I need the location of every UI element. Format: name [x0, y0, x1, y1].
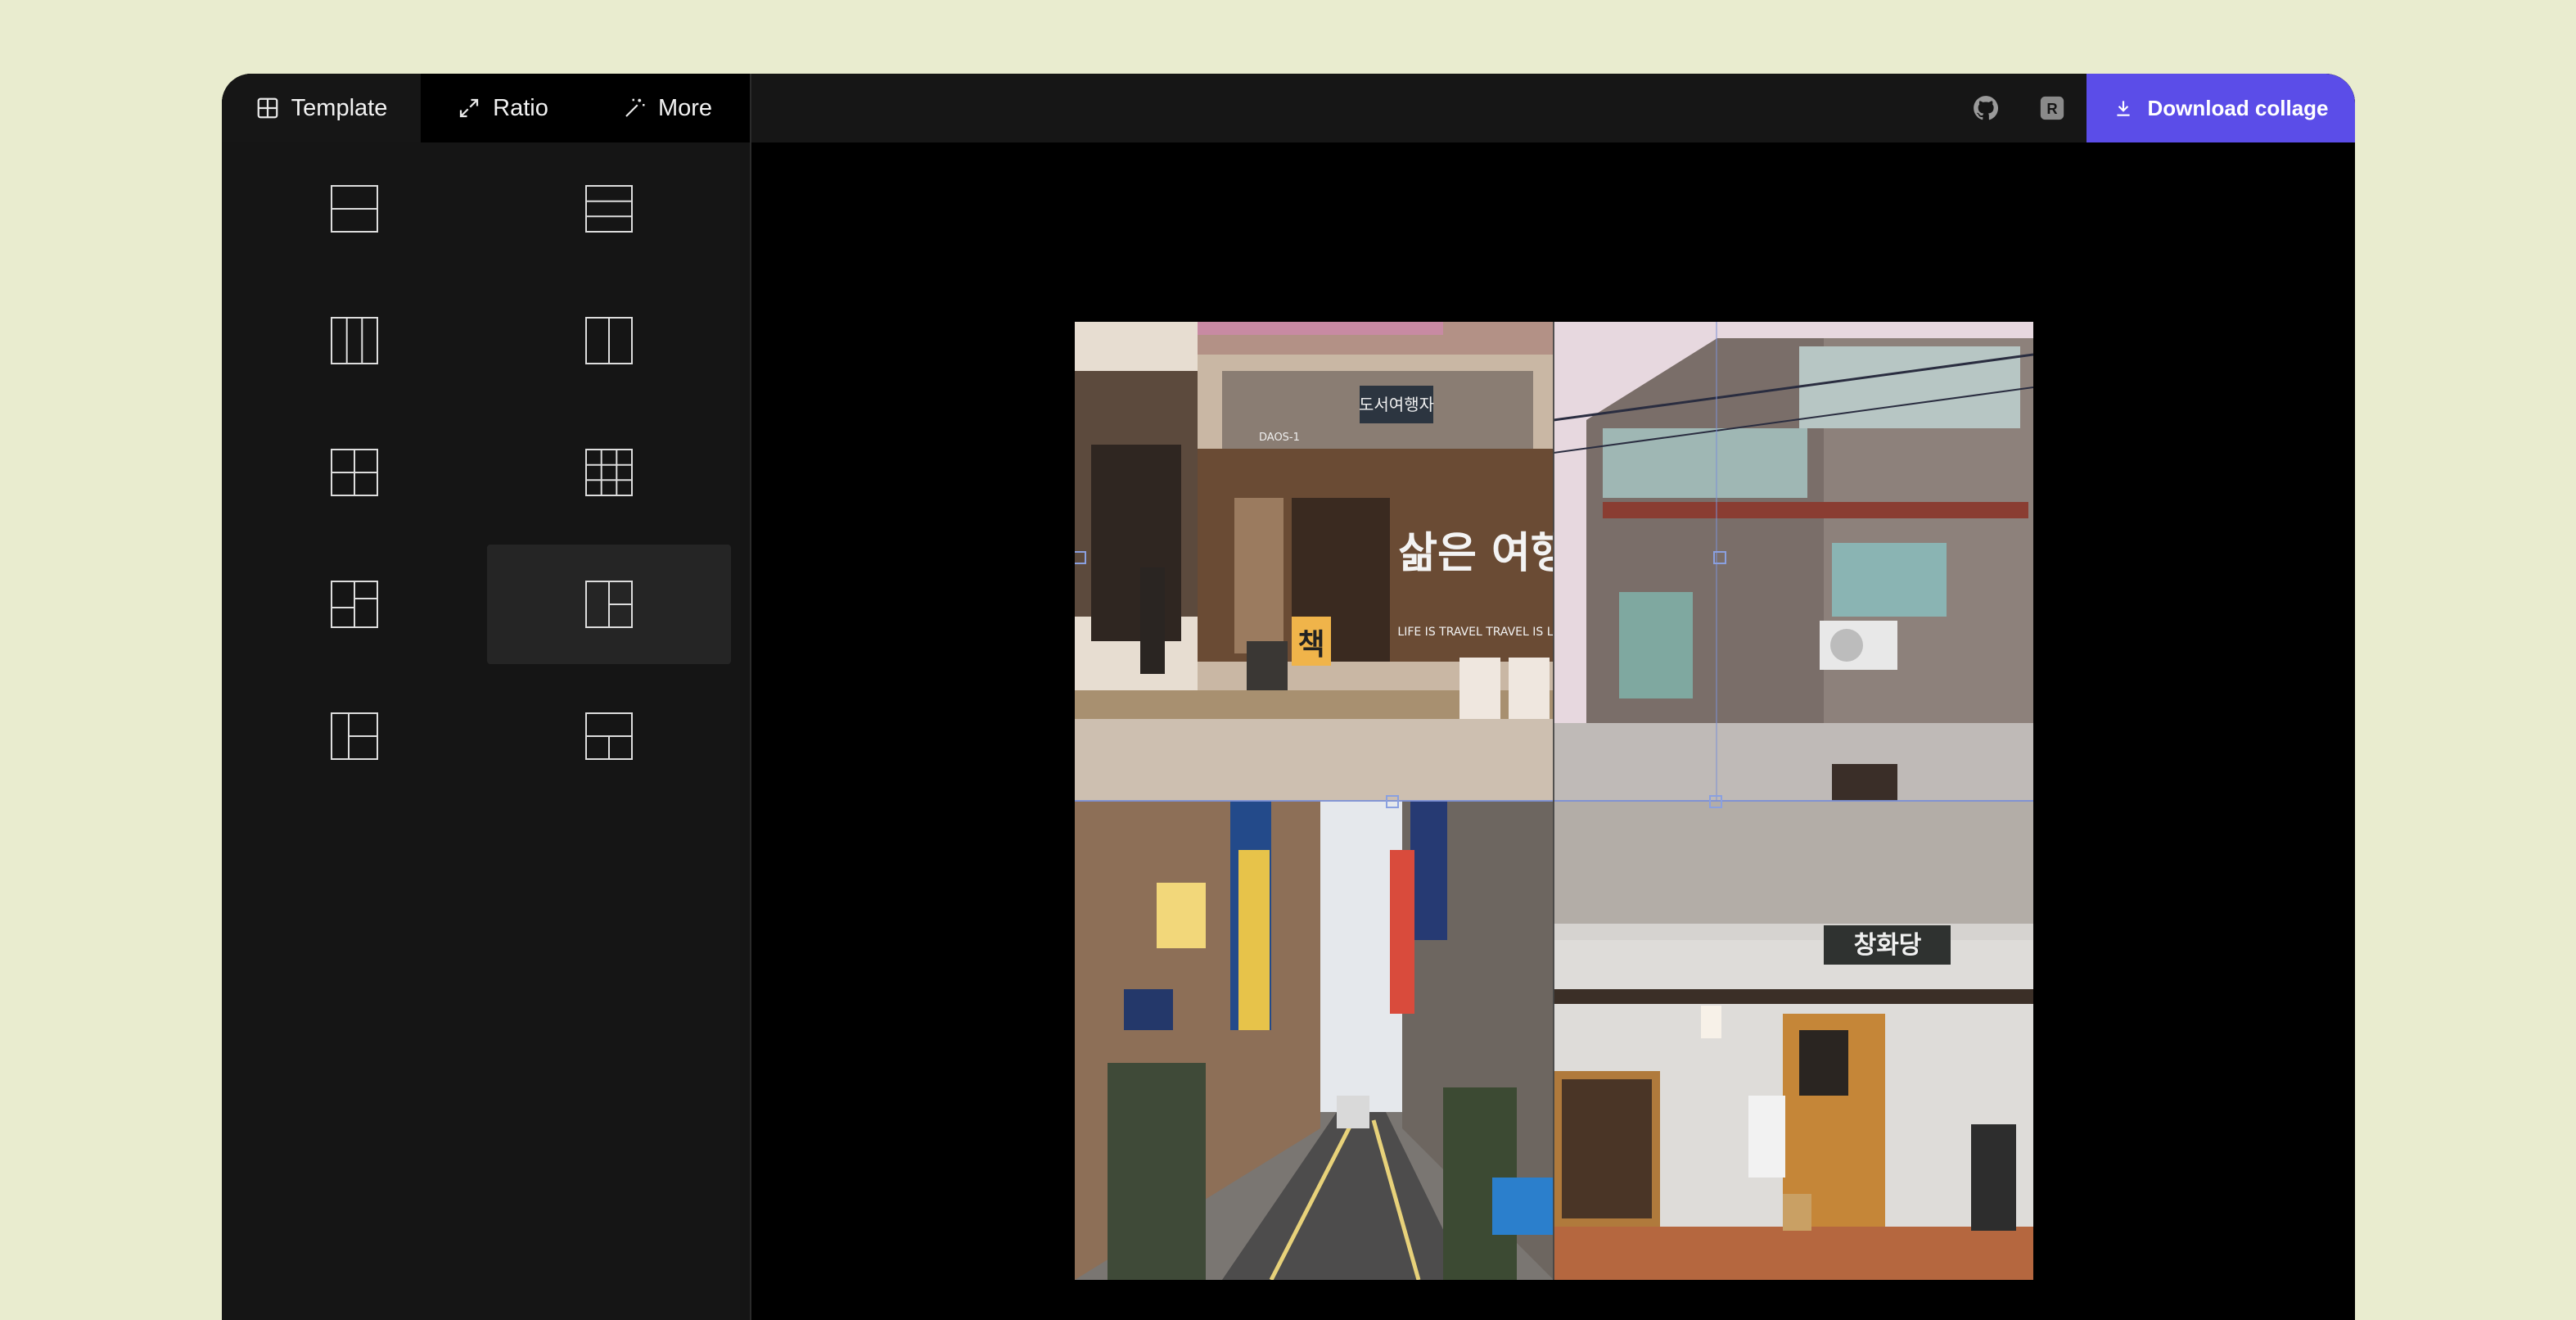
template-left-split-right-full[interactable] — [232, 545, 476, 664]
layout-three-columns-icon — [331, 317, 378, 364]
r-badge-button[interactable]: R — [2036, 92, 2068, 124]
collage-preview: 도서여행자 DAOS-1 책 삶은 여행 LIFE IS TRAVEL TRAV… — [1075, 322, 2033, 1280]
template-three-columns[interactable] — [232, 281, 476, 400]
tab-more[interactable]: More — [584, 74, 750, 142]
template-top-full-bottom-split[interactable] — [487, 676, 731, 796]
template-grid-3x3[interactable] — [487, 413, 731, 532]
layout-two-rows-icon — [331, 185, 378, 233]
github-button[interactable] — [1969, 92, 2002, 124]
resize-handle[interactable] — [1075, 551, 1086, 564]
template-left-full-right-split-tall[interactable] — [232, 676, 476, 796]
layout-three-rows-icon — [585, 185, 633, 233]
layout-grid-3x3-icon — [585, 449, 633, 496]
resize-handle[interactable] — [1713, 551, 1726, 564]
bookstore-window-text: 삶은 여행 — [1398, 529, 1554, 578]
tab-more-label: More — [657, 94, 713, 121]
template-sidebar — [222, 142, 750, 1320]
r-badge-letter: R — [2046, 100, 2057, 117]
layout-grid-2x2-icon — [331, 449, 378, 496]
collage-photo-brick-building[interactable] — [1554, 322, 2033, 801]
resize-handle[interactable] — [1386, 795, 1399, 808]
layout-right-split-tall-icon — [331, 712, 378, 760]
template-grid-2x2[interactable] — [232, 413, 476, 532]
bookstore-sign: 도서여행자 — [1359, 395, 1434, 414]
resize-handle[interactable] — [1709, 795, 1722, 808]
top-toolbar: Template Ratio More R Download collage — [222, 74, 2355, 142]
download-collage-label: Download collage — [2147, 95, 2329, 120]
tab-ratio-label: Ratio — [493, 94, 548, 121]
tab-template[interactable]: Template — [222, 74, 421, 142]
layout-top-full-bottom-split-icon — [585, 712, 633, 760]
download-collage-button[interactable]: Download collage — [2087, 74, 2355, 142]
collage-vertical-divider[interactable] — [1553, 322, 1554, 1280]
layout-two-columns-icon — [585, 317, 633, 364]
collage-photo-alley[interactable] — [1075, 801, 1554, 1280]
template-two-columns[interactable] — [487, 281, 731, 400]
collage-photo-storefront[interactable]: 창화당 — [1554, 801, 2033, 1280]
bookstore-letter: 책 — [1297, 628, 1324, 662]
github-icon — [1974, 96, 1999, 120]
layout-right-split-icon — [585, 581, 633, 628]
magic-wand-icon — [625, 98, 645, 117]
bookstore-window-en: LIFE IS TRAVEL TRAVEL IS LIFE — [1397, 626, 1554, 639]
collage-photo-bookstore[interactable]: 도서여행자 DAOS-1 책 삶은 여행 LIFE IS TRAVEL TRAV… — [1075, 322, 1554, 801]
download-icon — [2117, 101, 2131, 116]
grid-icon — [257, 97, 278, 119]
storefront-sign: 창화당 — [1854, 931, 1922, 960]
tab-ratio[interactable]: Ratio — [421, 74, 584, 142]
bookstore-small-sign: DAOS-1 — [1259, 432, 1300, 444]
template-three-rows[interactable] — [487, 149, 731, 269]
template-two-rows[interactable] — [232, 149, 476, 269]
tab-template-label: Template — [291, 94, 388, 121]
template-left-full-right-split[interactable] — [487, 545, 731, 664]
r-badge-icon: R — [2040, 96, 2064, 120]
layout-left-split-icon — [331, 581, 378, 628]
expand-icon — [460, 98, 479, 118]
